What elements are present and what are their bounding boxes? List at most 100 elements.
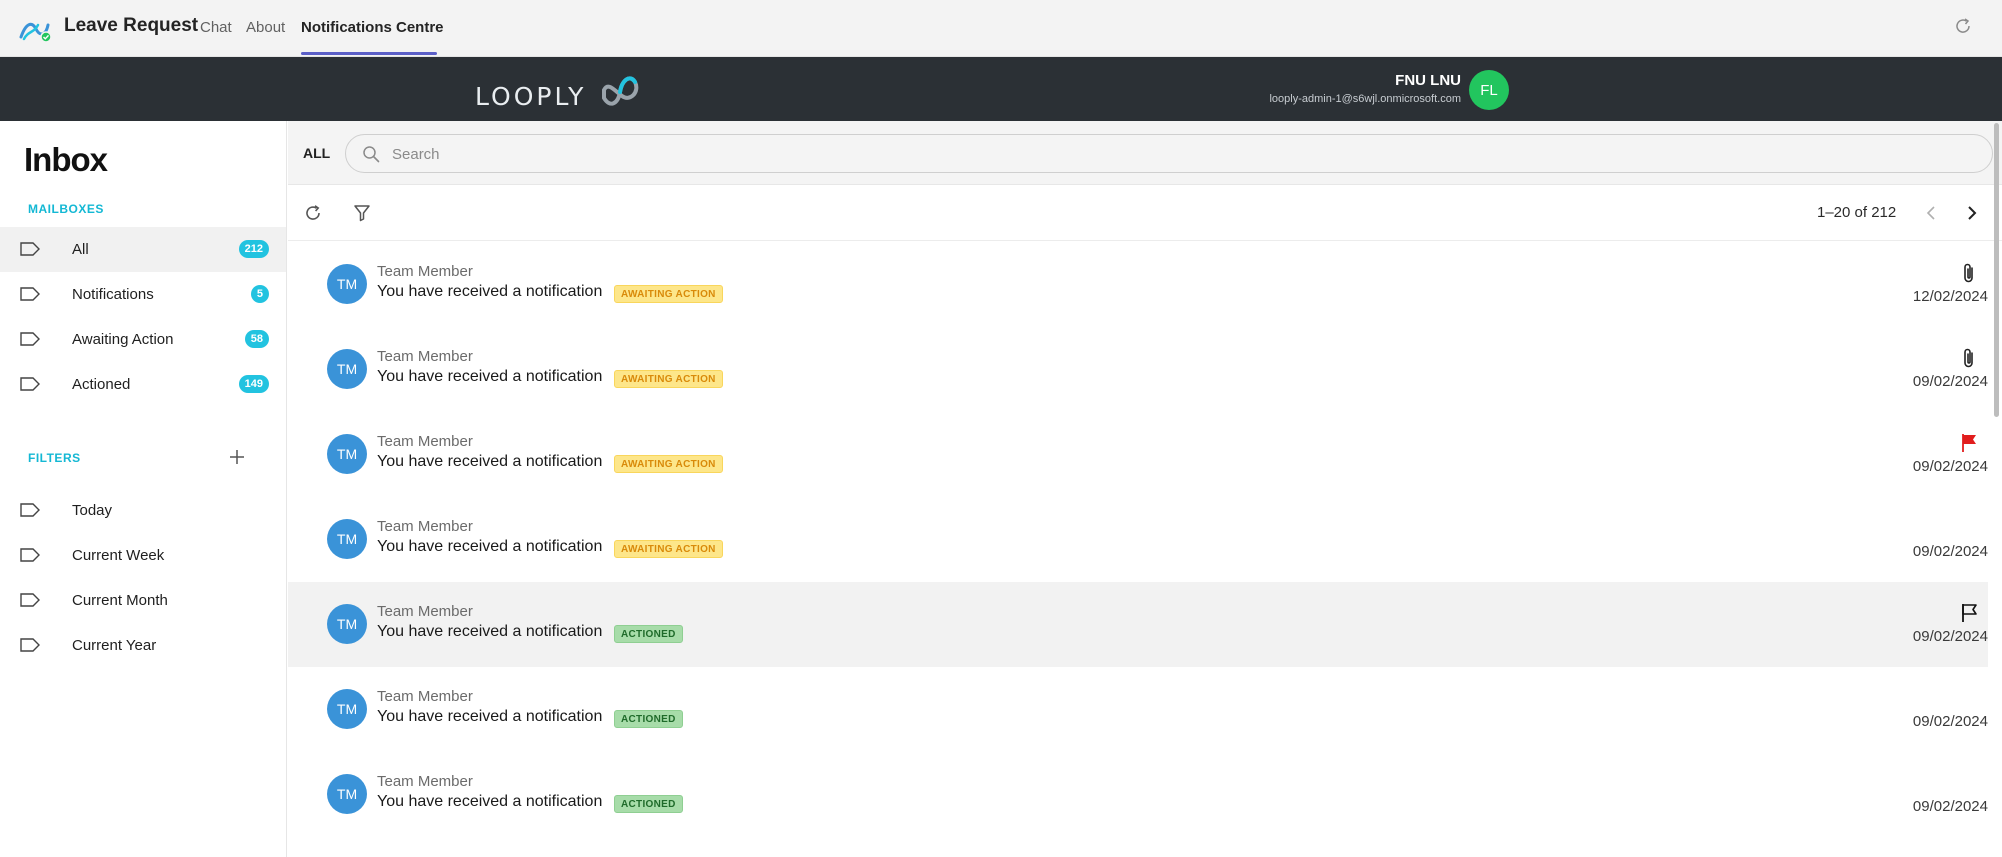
sidebar-item-notifications[interactable]: Notifications 5	[0, 272, 286, 317]
filter-icon[interactable]	[352, 203, 372, 223]
message-date: 09/02/2024	[1912, 798, 1988, 815]
tab-chat[interactable]: Chat	[200, 19, 232, 36]
looply-logo-icon	[602, 76, 639, 106]
sender-name: Team Member	[377, 773, 473, 790]
sender-name: Team Member	[377, 688, 473, 705]
status-badge: AWAITING ACTION	[614, 285, 723, 303]
sender-name: Team Member	[377, 433, 473, 450]
message-date: 09/02/2024	[1912, 628, 1988, 645]
list-scrollbar-thumb[interactable]	[1994, 123, 1999, 417]
app-logo-icon	[19, 22, 52, 43]
sender-name: Team Member	[377, 603, 473, 620]
message-row[interactable]: TM Team Member You have received a notif…	[288, 667, 1988, 752]
status-badge: AWAITING ACTION	[614, 370, 723, 388]
count-badge: 5	[250, 285, 269, 303]
sender-avatar: TM	[327, 264, 367, 304]
message-row[interactable]: TM Team Member You have received a notif…	[288, 582, 1988, 667]
status-badge: AWAITING ACTION	[614, 540, 723, 558]
message-subject: You have received a notification	[377, 453, 603, 470]
count-badge: 212	[238, 240, 269, 258]
sidebar-filter-current-year[interactable]: Current Year	[0, 623, 286, 668]
search-bar: ALL	[288, 121, 2002, 185]
user-avatar[interactable]: FL	[1469, 70, 1509, 110]
message-date: 12/02/2024	[1912, 288, 1988, 305]
sidebar-filter-current-week[interactable]: Current Week	[0, 533, 286, 578]
sidebar-filter-today[interactable]: Today	[0, 488, 286, 533]
list-toolbar: 1–20 of 212	[288, 185, 2002, 241]
sender-avatar: TM	[327, 689, 367, 729]
sidebar-item-actioned[interactable]: Actioned 149	[0, 362, 286, 407]
inbox-title: Inbox	[24, 141, 108, 178]
label-tag-icon	[20, 287, 40, 301]
message-subject: You have received a notification	[377, 708, 603, 725]
sidebar-item-label: Awaiting Action	[72, 331, 174, 348]
message-row[interactable]: TM Team Member You have received a notif…	[288, 242, 1988, 327]
sidebar: Inbox MAILBOXES All 212 Notifications 5 …	[0, 121, 287, 857]
flag-outline-icon[interactable]	[1960, 602, 1978, 624]
label-tag-icon	[20, 638, 40, 652]
message-subject: You have received a notification	[377, 623, 603, 640]
sidebar-filter-label: Current Month	[72, 592, 168, 609]
chevron-right-icon[interactable]	[1964, 204, 1980, 222]
search-icon	[363, 146, 380, 163]
app-top-bar: Leave Request Chat About Notifications C…	[0, 0, 2002, 57]
user-name: FNU LNU	[1395, 72, 1461, 89]
message-subject: You have received a notification	[377, 368, 603, 385]
message-date: 09/02/2024	[1912, 458, 1988, 475]
sender-avatar: TM	[327, 604, 367, 644]
sender-avatar: TM	[327, 774, 367, 814]
sidebar-filter-label: Current Week	[72, 547, 165, 564]
tab-notifications-centre[interactable]: Notifications Centre	[301, 19, 444, 36]
search-box[interactable]	[345, 134, 1993, 173]
paperclip-icon	[1964, 263, 1973, 283]
active-tab-indicator	[301, 52, 437, 55]
pagination-range: 1–20 of 212	[1817, 204, 1897, 221]
sidebar-item-awaiting-action[interactable]: Awaiting Action 58	[0, 317, 286, 362]
main-panel: ALL 1–20 of 212 TM Team Member	[288, 121, 2002, 857]
reload-icon[interactable]	[1953, 16, 1973, 36]
sender-name: Team Member	[377, 263, 473, 280]
label-tag-icon	[20, 593, 40, 607]
sidebar-item-label: Actioned	[72, 376, 131, 393]
count-badge: 149	[238, 375, 269, 393]
brand-header: LOOPLY FNU LNU looply-admin-1@s6wjl.onmi…	[0, 57, 2002, 121]
brand-wordmark: LOOPLY	[475, 82, 587, 111]
refresh-icon[interactable]	[303, 203, 323, 223]
message-date: 09/02/2024	[1912, 543, 1988, 560]
sidebar-item-label: All	[72, 241, 89, 258]
count-badge: 58	[244, 330, 269, 348]
add-filter-plus-icon[interactable]	[228, 448, 246, 466]
message-subject: You have received a notification	[377, 283, 603, 300]
message-row[interactable]: TM Team Member You have received a notif…	[288, 412, 1988, 497]
search-scope-all[interactable]: ALL	[303, 145, 330, 161]
message-row[interactable]: TM Team Member You have received a notif…	[288, 327, 1988, 412]
message-date: 09/02/2024	[1912, 373, 1988, 390]
message-row[interactable]: TM Team Member You have received a notif…	[288, 497, 1988, 582]
label-tag-icon	[20, 503, 40, 517]
filters-section-label: FILTERS	[28, 451, 81, 465]
sender-name: Team Member	[377, 518, 473, 535]
label-tag-icon	[20, 548, 40, 562]
sender-avatar: TM	[327, 434, 367, 474]
chevron-left-icon[interactable]	[1924, 204, 1940, 222]
app-title: Leave Request	[64, 15, 199, 36]
message-subject: You have received a notification	[377, 793, 603, 810]
sidebar-item-all[interactable]: All 212	[0, 227, 286, 272]
message-date: 09/02/2024	[1912, 713, 1988, 730]
user-email: looply-admin-1@s6wjl.onmicrosoft.com	[1269, 93, 1461, 105]
sidebar-item-label: Notifications	[72, 286, 154, 303]
search-input[interactable]	[392, 144, 1972, 164]
status-badge: AWAITING ACTION	[614, 455, 723, 473]
message-row[interactable]: TM Team Member You have received a notif…	[288, 752, 1988, 837]
sidebar-filter-current-month[interactable]: Current Month	[0, 578, 286, 623]
flag-filled-icon[interactable]	[1960, 432, 1978, 454]
mailboxes-section-label: MAILBOXES	[28, 202, 104, 216]
tab-about[interactable]: About	[246, 19, 285, 36]
sender-avatar: TM	[327, 349, 367, 389]
label-tag-icon	[20, 377, 40, 391]
sidebar-filter-label: Today	[72, 502, 113, 519]
label-tag-icon	[20, 332, 40, 346]
status-badge: ACTIONED	[614, 625, 683, 643]
status-badge: ACTIONED	[614, 795, 683, 813]
status-badge: ACTIONED	[614, 710, 683, 728]
